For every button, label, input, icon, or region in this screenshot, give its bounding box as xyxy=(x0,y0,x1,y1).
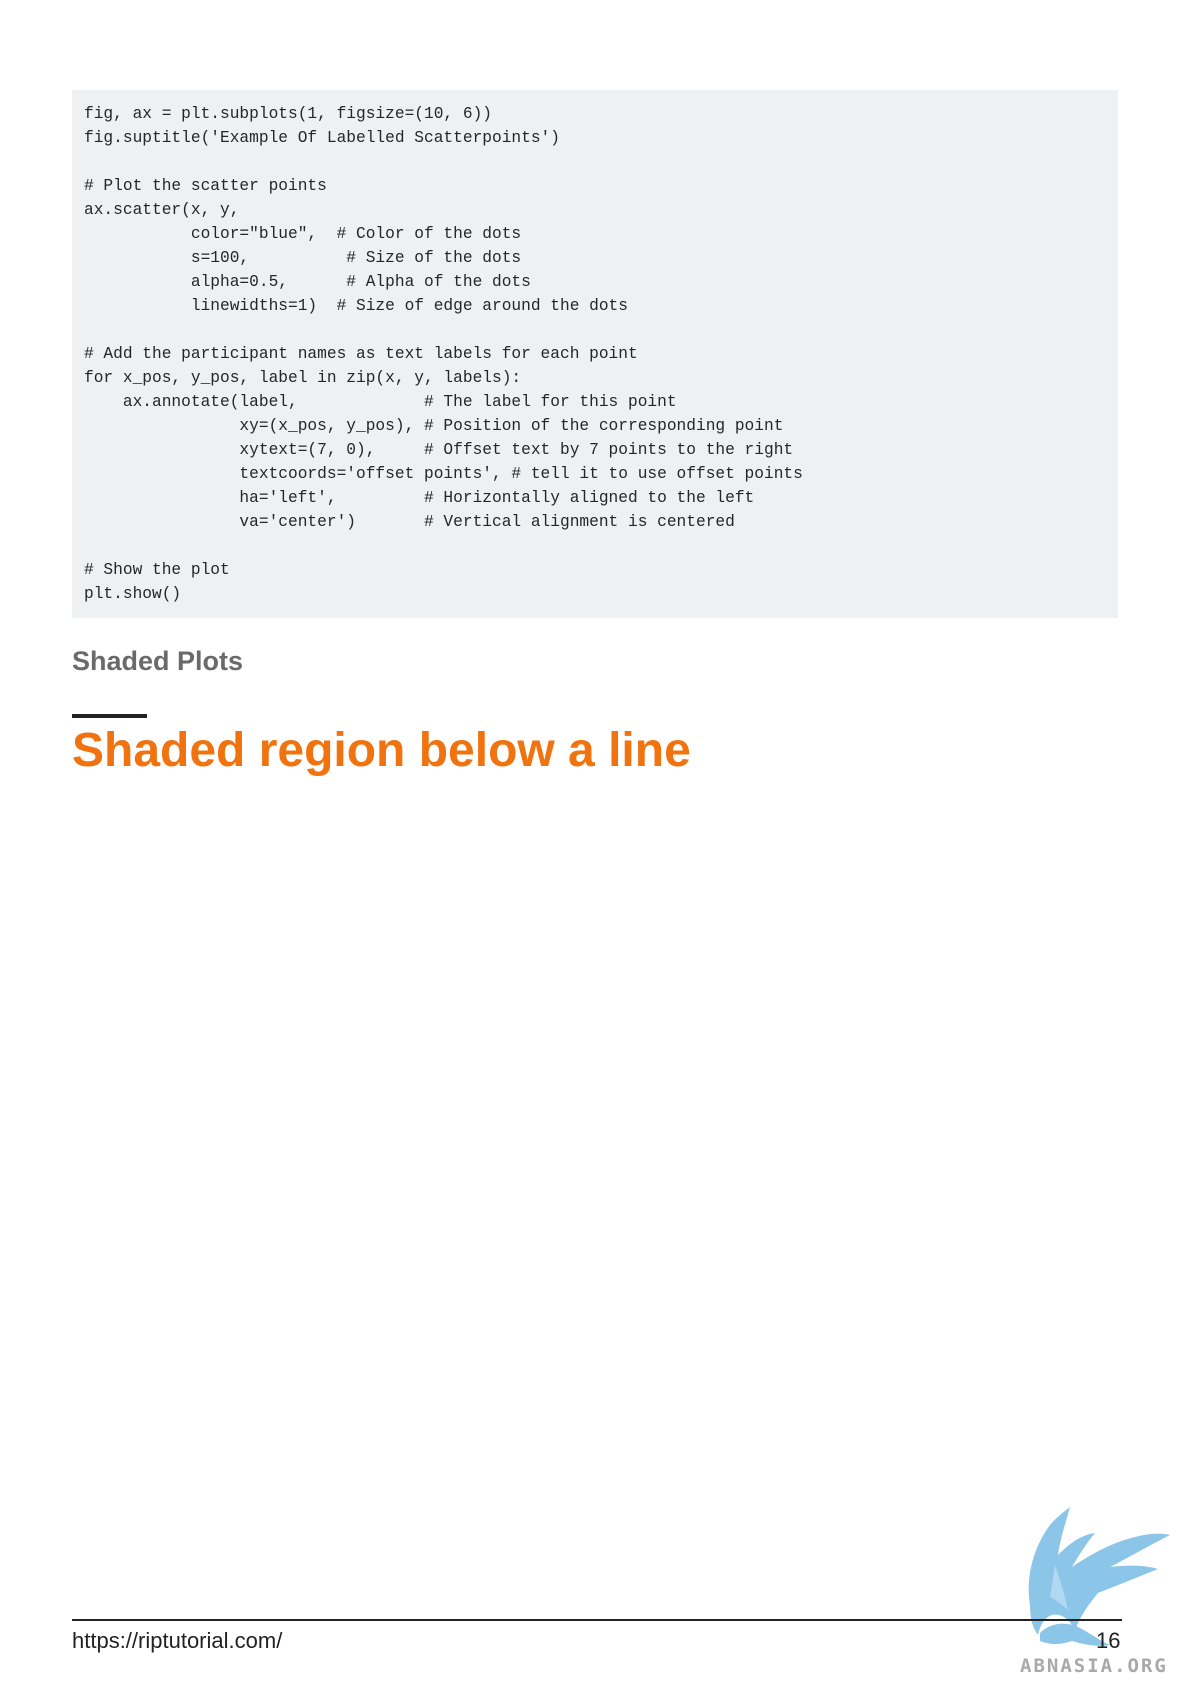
code-line: for x_pos, y_pos, label in zip(x, y, lab… xyxy=(84,369,522,387)
code-line: # Plot the scatter points xyxy=(84,177,327,195)
code-line: fig.suptitle('Example Of Labelled Scatte… xyxy=(84,129,560,147)
heading-rule xyxy=(72,714,147,718)
code-line: s=100, # Size of the dots xyxy=(84,249,522,267)
code-line: # Show the plot xyxy=(84,561,230,579)
section-title: Shaded Plots xyxy=(72,646,244,676)
watermark-text: ABNASIA.ORG xyxy=(1020,1655,1168,1677)
code-line: # Add the participant names as text labe… xyxy=(84,345,638,363)
code-line: plt.show() xyxy=(84,585,182,603)
code-line: alpha=0.5, # Alpha of the dots xyxy=(84,273,531,291)
footer-divider xyxy=(72,1619,1122,1621)
code-line: xytext=(7, 0), # Offset text by 7 points… xyxy=(84,441,794,459)
code-line: textcoords='offset points', # tell it to… xyxy=(84,465,803,483)
page-heading: Shaded region below a line xyxy=(72,724,691,777)
code-line: xy=(x_pos, y_pos), # Position of the cor… xyxy=(84,417,784,435)
code-block: fig, ax = plt.subplots(1, figsize=(10, 6… xyxy=(72,90,1118,618)
code-line: fig, ax = plt.subplots(1, figsize=(10, 6… xyxy=(84,105,492,123)
code-line: ax.scatter(x, y, xyxy=(84,201,240,219)
code-text: fig, ax = plt.subplots(1, figsize=(10, 6… xyxy=(84,102,1106,606)
footer-url[interactable]: https://riptutorial.com/ xyxy=(72,1628,282,1654)
code-line: color="blue", # Color of the dots xyxy=(84,225,522,243)
code-line: va='center') # Vertical alignment is cen… xyxy=(84,513,735,531)
code-line: ax.annotate(label, # The label for this … xyxy=(84,393,677,411)
code-line: ha='left', # Horizontally aligned to the… xyxy=(84,489,755,507)
code-line: linewidths=1) # Size of edge around the … xyxy=(84,297,628,315)
page-number: 16 xyxy=(1096,1628,1121,1653)
